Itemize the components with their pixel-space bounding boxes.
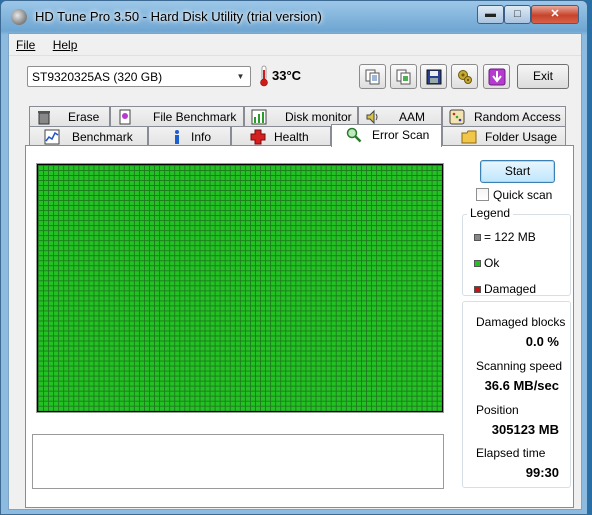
scanning-speed-value: 36.6 MB/sec [484, 378, 559, 393]
benchmark-icon [44, 129, 60, 145]
damaged-blocks-label: Damaged blocks [476, 315, 566, 329]
tab-aam-label: AAM [399, 110, 426, 124]
tab-health-label: Health [274, 130, 309, 144]
window-title: HD Tune Pro 3.50 - Hard Disk Utility (tr… [35, 9, 322, 24]
legend-ok: Ok [474, 256, 499, 270]
file-benchmark-icon [119, 109, 131, 125]
tab-folder-usage-label: Folder Usage [485, 130, 558, 144]
tab-info-label: Info [191, 130, 212, 144]
tab-random-access-label: Random Access [474, 110, 561, 124]
menu-help-label: Help [52, 38, 78, 52]
title-bar[interactable]: HD Tune Pro 3.50 - Hard Disk Utility (tr… [1, 1, 587, 33]
legend-ok-label: Ok [484, 256, 500, 270]
tab-file-benchmark[interactable]: File Benchmark [110, 106, 244, 126]
dice-icon [449, 109, 465, 125]
minimize-button[interactable]: ▬ [477, 5, 504, 24]
drive-select-value: ST9320325AS (320 GB) [32, 70, 163, 84]
tab-benchmark-label: Benchmark [72, 130, 133, 144]
menu-file[interactable]: File [9, 34, 42, 52]
drive-select[interactable]: ST9320325AS (320 GB) ▼ [27, 66, 251, 87]
folder-icon [461, 130, 477, 144]
options-icon [458, 70, 472, 84]
damaged-blocks-value: 0.0 % [525, 334, 559, 349]
app-disk-icon[interactable] [11, 9, 27, 25]
legend-block-size: = 122 MB [474, 230, 536, 244]
health-cross-icon [250, 129, 266, 145]
menu-bar: File Help [9, 34, 581, 56]
chart-icon [251, 109, 267, 125]
thermometer-icon [260, 65, 268, 87]
copy-info-button[interactable] [359, 64, 386, 89]
tab-error-scan-label: Error Scan [372, 128, 430, 142]
tab-disk-monitor-label: Disk monitor [285, 110, 352, 124]
tab-health[interactable]: Health [231, 126, 331, 146]
tab-info[interactable]: Info [148, 126, 231, 146]
tab-erase[interactable]: Erase [29, 106, 110, 126]
elapsed-time-value: 99:30 [525, 465, 559, 480]
chevron-down-icon[interactable]: ▼ [233, 69, 248, 84]
close-button[interactable]: ✕ [531, 5, 579, 24]
tab-strip: Erase File Benchmark Disk monitor AAM Ra… [9, 106, 581, 147]
elapsed-time-label: Elapsed time [476, 446, 546, 460]
quick-scan-checkbox[interactable] [476, 188, 489, 201]
start-button[interactable]: Start [480, 160, 555, 183]
menu-help[interactable]: Help [46, 34, 85, 52]
copy-screenshot-button[interactable] [390, 64, 417, 89]
download-button[interactable] [483, 64, 510, 89]
tab-random-access[interactable]: Random Access [442, 106, 566, 126]
legend-damaged: Damaged [474, 282, 536, 296]
copy-screenshot-icon [396, 69, 411, 85]
magnifier-icon [346, 127, 362, 143]
speaker-icon [366, 109, 378, 125]
copy-info-icon [365, 69, 380, 85]
tab-aam[interactable]: AAM [358, 106, 442, 126]
scan-log[interactable] [32, 434, 444, 489]
quick-scan-label: Quick scan [493, 188, 553, 202]
block-map-frame [36, 163, 444, 413]
position-value: 305123 MB [491, 422, 559, 437]
gray-block-swatch [474, 234, 481, 242]
options-button[interactable] [451, 64, 478, 89]
legend-damaged-label: Damaged [484, 282, 537, 296]
legend-block-size-label: = 122 MB [484, 230, 536, 244]
error-scan-panel: Start Quick scan Legend = 122 MB Ok Dama… [25, 145, 574, 508]
tab-erase-label: Erase [68, 110, 100, 124]
client-area: File Help ST9320325AS (320 GB) ▼ 33°C Ex… [8, 33, 582, 510]
trash-icon [38, 111, 50, 125]
red-damaged-swatch [474, 286, 481, 294]
menu-file-label: File [16, 38, 36, 52]
tab-disk-monitor[interactable]: Disk monitor [244, 106, 358, 126]
tab-benchmark[interactable]: Benchmark [29, 126, 148, 146]
scanning-speed-label: Scanning speed [476, 359, 563, 373]
save-icon [426, 69, 442, 85]
maximize-button[interactable]: □ [504, 5, 531, 24]
tab-error-scan[interactable]: Error Scan [331, 124, 442, 147]
save-button[interactable] [420, 64, 447, 89]
download-icon [488, 68, 506, 86]
tab-file-benchmark-label: File Benchmark [153, 110, 237, 124]
app-window: HD Tune Pro 3.50 - Hard Disk Utility (tr… [0, 0, 588, 515]
block-map [38, 165, 442, 411]
exit-button[interactable]: Exit [517, 64, 569, 89]
temperature-readout: 33°C [272, 68, 302, 83]
legend-title: Legend [467, 206, 514, 220]
green-ok-swatch [474, 260, 481, 268]
info-icon [175, 130, 179, 144]
toolbar: ST9320325AS (320 GB) ▼ 33°C Exit [9, 56, 581, 100]
tab-folder-usage[interactable]: Folder Usage [442, 126, 566, 146]
position-label: Position [476, 403, 519, 417]
